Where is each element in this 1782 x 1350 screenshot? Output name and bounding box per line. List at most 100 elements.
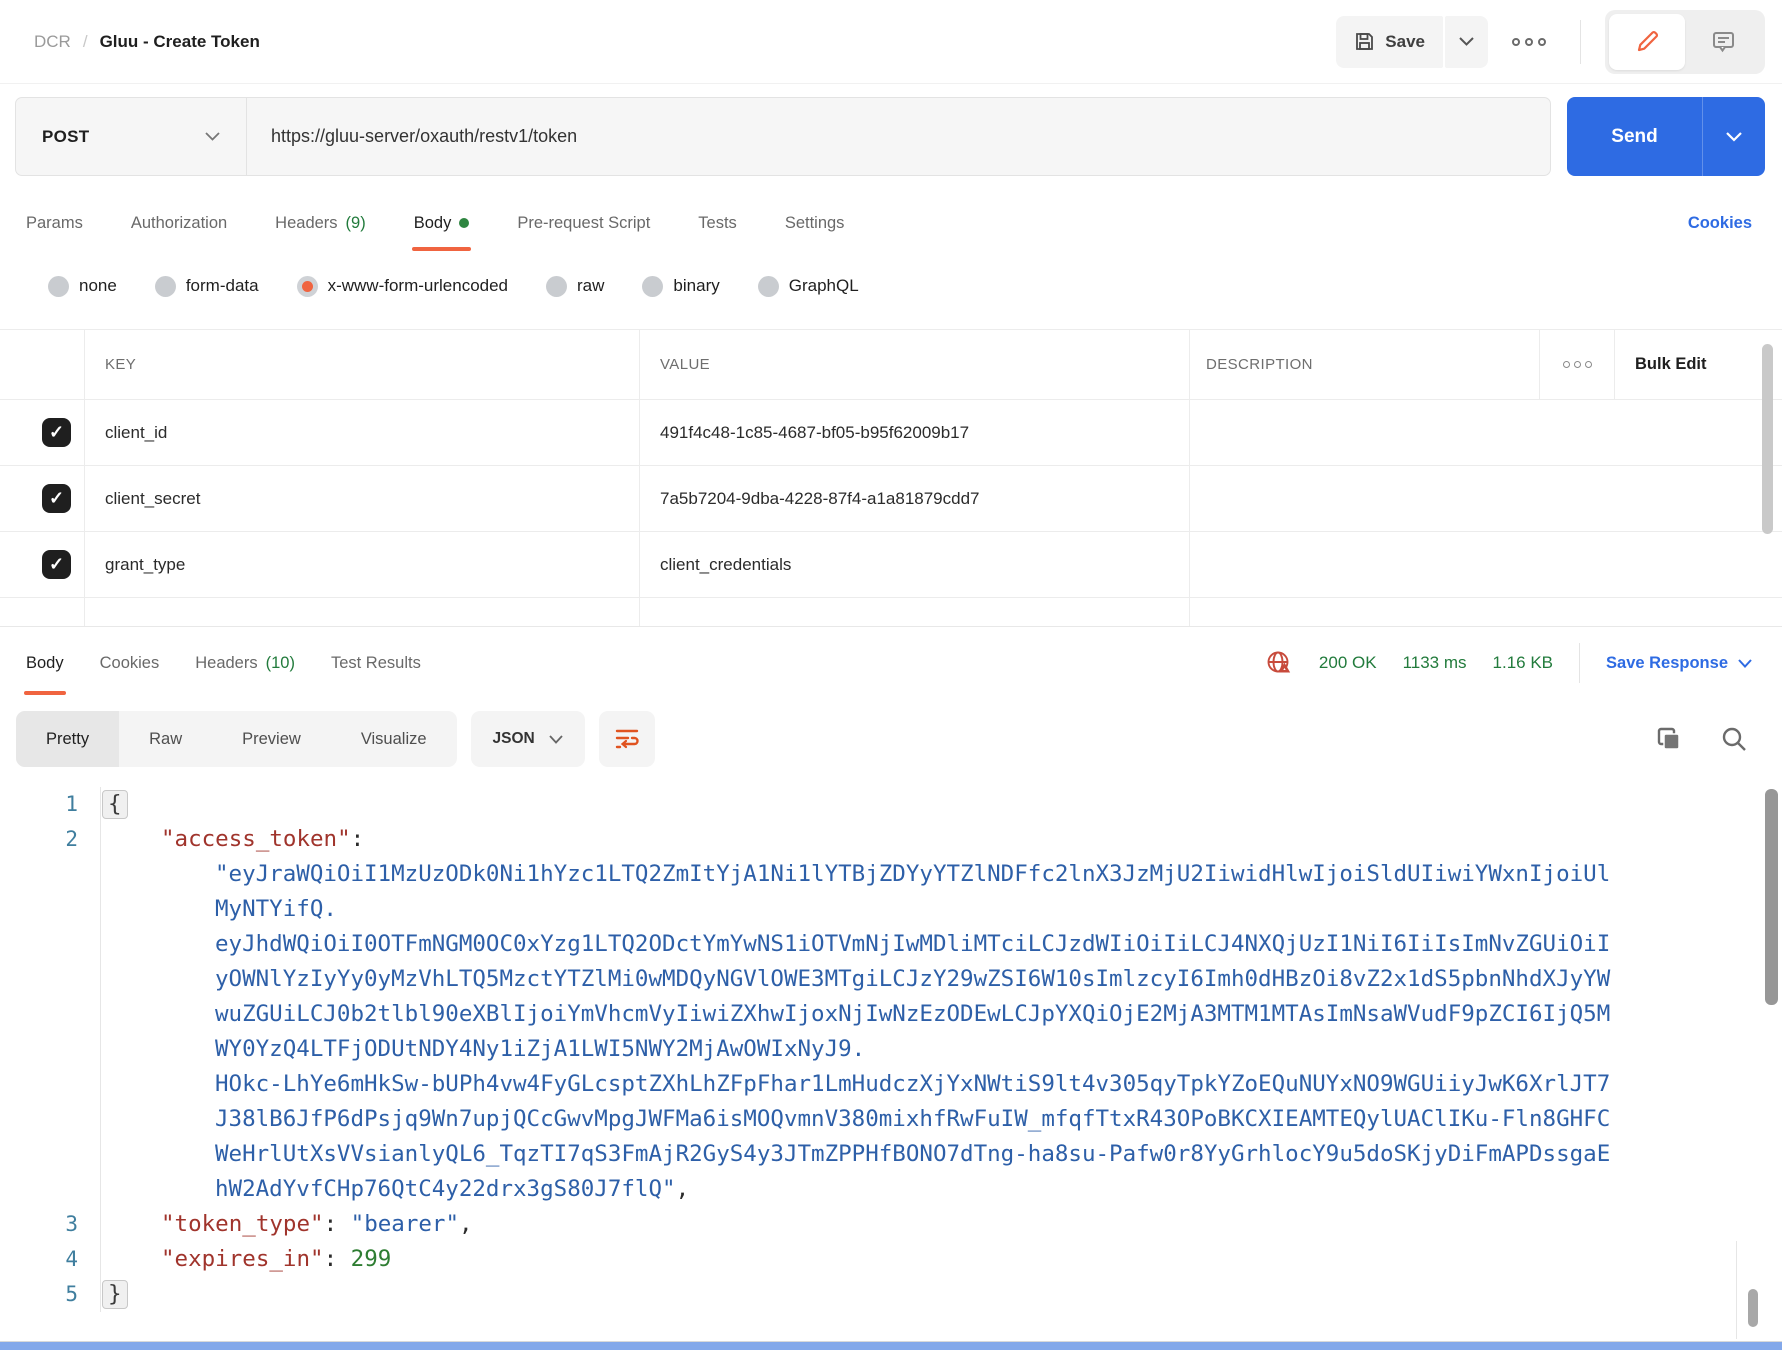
column-header-value: VALUE [640,330,1190,399]
view-preview[interactable]: Preview [212,711,331,767]
save-button[interactable]: Save [1336,16,1443,68]
row-value-cell[interactable]: client_credentials [640,532,1190,597]
code-line: HOkc-LhYe6mHkSw-bUPh4vw4FyGLcsptZXhLhZFp… [0,1067,1782,1102]
code-line: 5} [0,1277,1782,1312]
code-line-content: hW2AdYvfCHp76QtC4y22drx3gS80J7flQ", [100,1172,1782,1207]
row-checkbox[interactable]: ✓ [42,418,71,447]
wrap-lines-button[interactable] [599,711,655,767]
line-number: 5 [0,1277,100,1312]
status-badge[interactable]: 200 OK [1319,653,1377,673]
tab-count-badge: (9) [346,214,366,233]
request-title[interactable]: Gluu - Create Token [100,32,260,52]
method-select[interactable]: POST [16,127,246,147]
save-label: Save [1385,32,1425,52]
line-number [0,1032,100,1067]
row-value-cell[interactable]: 7a5b7204-9dba-4228-87f4-a1a81879cdd7 [640,466,1190,531]
table-row: ✓ grant_typeclient_credentials [0,532,1782,598]
row-checkbox[interactable]: ✓ [42,550,71,579]
network-warning-icon[interactable] [1265,649,1293,677]
tab-label: Test Results [331,654,421,673]
meta-divider [1579,643,1580,683]
code-scrollbar-thumb[interactable] [1748,1289,1758,1327]
tab-params[interactable]: Params [26,191,83,255]
tab-headers[interactable]: Headers(9) [275,191,366,255]
tab-pre-request-script[interactable]: Pre-request Script [517,191,650,255]
search-icon[interactable] [1720,725,1748,753]
code-line: 4"expires_in": 299 [0,1242,1782,1277]
response-tab-cookies[interactable]: Cookies [100,627,160,699]
save-response-button[interactable]: Save Response [1606,654,1752,673]
line-number [0,1067,100,1102]
body-mode-GraphQL[interactable]: GraphQL [758,276,859,297]
code-line-content: WY0YzQ4LTFjODUtNDY4Ny1iZjA1LWI5NWY2MjAwO… [100,1032,1782,1067]
code-line-content: J38lB6JfP6dPsjq9Wn7upjQCcGwvMpgJWFMa6isM… [100,1102,1782,1137]
response-time[interactable]: 1133 ms [1403,653,1467,673]
body-mode-raw[interactable]: raw [546,276,604,297]
table-options-button[interactable] [1540,330,1615,399]
body-mode-none[interactable]: none [48,276,117,297]
save-options-button[interactable] [1445,16,1488,68]
row-checkbox[interactable]: ✓ [42,484,71,513]
line-number: 4 [0,1242,100,1277]
row-description-cell[interactable] [1190,400,1782,465]
chevron-down-icon [1738,659,1752,668]
body-mode-x-www-form-urlencoded[interactable]: x-www-form-urlencoded [297,276,508,297]
save-response-label: Save Response [1606,654,1728,673]
row-key-cell[interactable]: client_id [85,400,640,465]
breadcrumb-separator: / [83,32,88,52]
comment-mode-button[interactable] [1685,14,1761,70]
row-key-cell[interactable]: grant_type [85,532,640,597]
view-visualize[interactable]: Visualize [331,711,457,767]
radio-icon [758,276,779,297]
breadcrumb-collection[interactable]: DCR [34,32,71,52]
cookies-link[interactable]: Cookies [1688,214,1752,233]
edit-mode-button[interactable] [1609,14,1685,70]
row-description-cell[interactable] [1190,466,1782,531]
body-mode-form-data[interactable]: form-data [155,276,259,297]
row-description-cell[interactable] [1190,532,1782,597]
body-mode-label: form-data [186,276,259,296]
copy-button[interactable] [1655,726,1682,753]
unsaved-changes-dot [459,218,469,228]
code-line-content: eyJhdWQiOiI0OTFmNGM0OC0xYzg1LTQ2ODctYmYw… [100,927,1782,962]
code-line-content: } [100,1277,1782,1312]
code-line: wuZGUiLCJ0b2tlbl90eXBlIjoiYmVhcmVyIiwiZX… [0,997,1782,1032]
tab-settings[interactable]: Settings [785,191,845,255]
bulk-edit-button[interactable]: Bulk Edit [1615,330,1782,399]
tab-body[interactable]: Body [414,191,470,255]
body-mode-binary[interactable]: binary [642,276,719,297]
send-button[interactable]: Send [1567,97,1702,176]
url-input[interactable] [247,126,1550,147]
response-scrollbar-thumb[interactable] [1765,789,1778,1005]
code-line: WY0YzQ4LTFjODUtNDY4Ny1iZjA1LWI5NWY2MjAwO… [0,1032,1782,1067]
tab-tests[interactable]: Tests [698,191,737,255]
response-tab-body[interactable]: Body [26,627,64,699]
format-select[interactable]: JSON [471,711,585,767]
method-value: POST [42,127,90,147]
tab-label: Authorization [131,214,227,233]
row-value-cell[interactable]: 491f4c48-1c85-4687-bf05-b95f62009b17 [640,400,1190,465]
wrap-lines-icon [614,726,640,752]
radio-icon [642,276,663,297]
code-line-content: "expires_in": 299 [100,1242,1782,1277]
request-tabs: Params Authorization Headers(9) Body Pre-req… [0,191,1782,255]
view-raw[interactable]: Raw [119,711,212,767]
request-scrollbar-thumb[interactable] [1762,344,1773,534]
empty-row-strip [0,598,1782,626]
send-options-button[interactable] [1702,97,1765,176]
line-number [0,962,100,997]
response-toolbar: PrettyRawPreviewVisualize JSON [0,699,1782,779]
table-row: ✓ client_secret7a5b7204-9dba-4228-87f4-a1… [0,466,1782,532]
more-actions-button[interactable] [1502,38,1556,46]
response-tab-headers[interactable]: Headers(10) [195,627,295,699]
response-size[interactable]: 1.16 KB [1493,653,1554,673]
line-number: 2 [0,822,100,857]
body-mode-label: x-www-form-urlencoded [328,276,508,296]
row-checkbox-cell: ✓ [0,466,85,531]
body-mode-label: raw [577,276,604,296]
response-tab-test-results[interactable]: Test Results [331,627,421,699]
row-key-cell[interactable]: client_secret [85,466,640,531]
pencil-icon [1635,29,1660,54]
tab-authorization[interactable]: Authorization [131,191,227,255]
view-pretty[interactable]: Pretty [16,711,119,767]
